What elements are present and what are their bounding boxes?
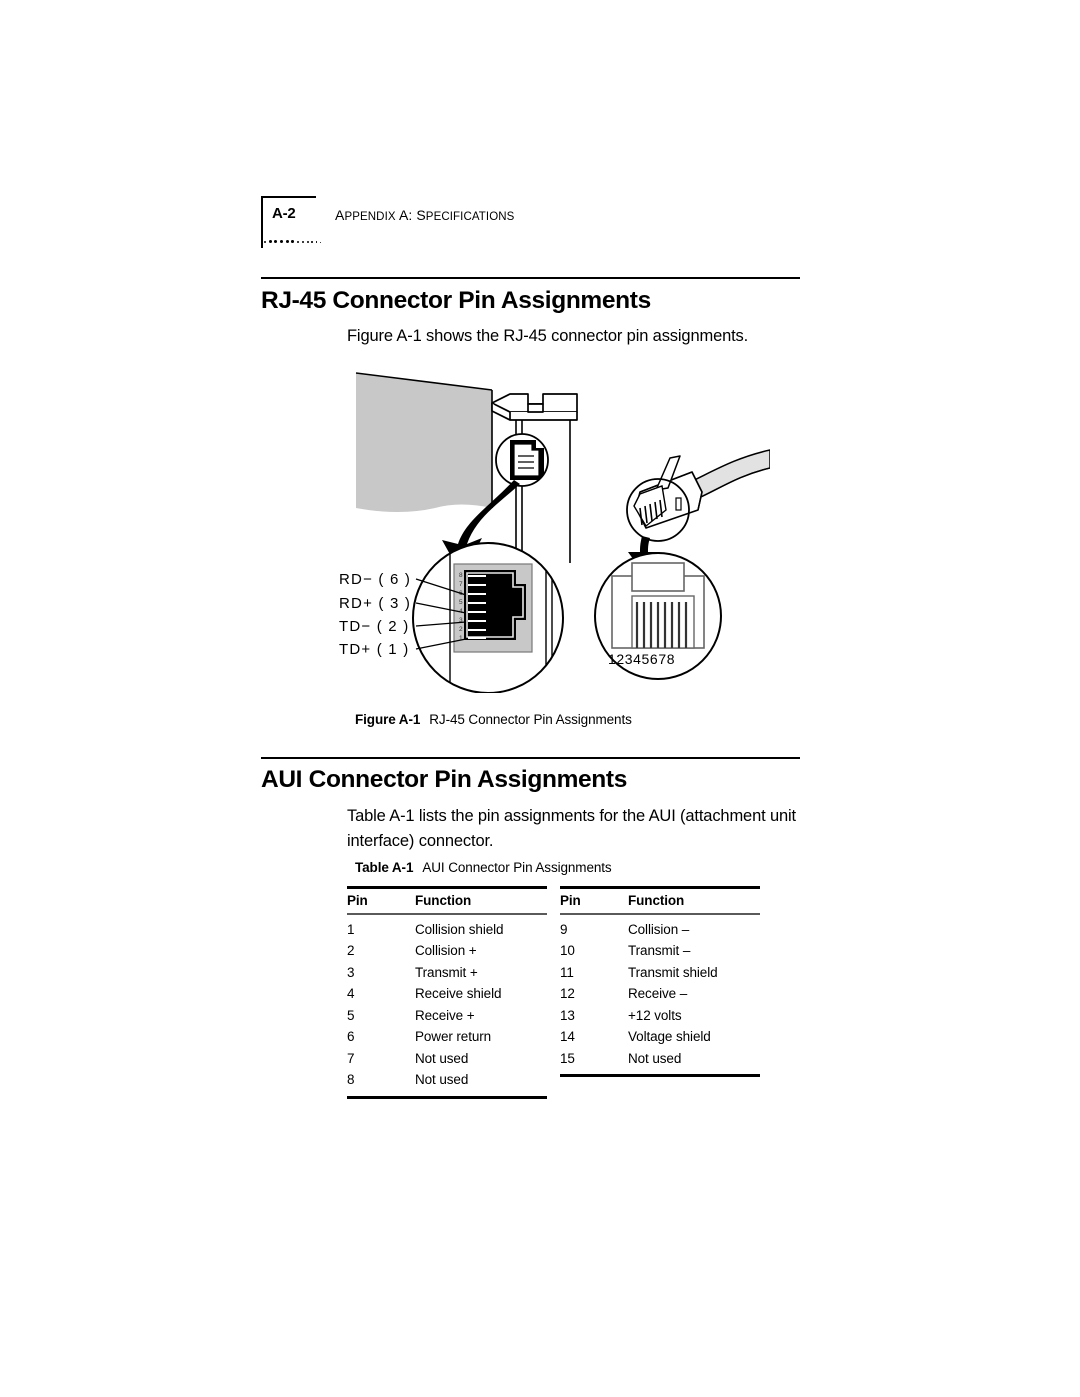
table-row: 1 Collision shield <box>347 919 547 941</box>
table-caption: Table A-1 AUI Connector Pin Assignments <box>355 860 612 875</box>
cell-pin: 13 <box>560 1007 575 1023</box>
column-header-pin: Pin <box>347 893 368 908</box>
table-row: 2 Collision + <box>347 940 547 962</box>
table-row: 13 +12 volts <box>560 1005 760 1027</box>
cell-function: Receive – <box>628 986 688 1001</box>
cell-pin: 15 <box>560 1050 575 1066</box>
cell-function: Transmit shield <box>628 964 718 980</box>
cell-function: Receive + <box>415 1007 475 1023</box>
chapter-title-part-a: PPENDIX <box>344 211 399 223</box>
decorative-dots <box>264 236 334 248</box>
cell-function: Not used <box>628 1050 682 1066</box>
cell-pin: 4 <box>347 986 355 1001</box>
cell-pin: 7 <box>347 1050 355 1066</box>
pin-table-right: Pin Function <box>560 889 760 913</box>
chapter-title-part-c: PECIFICATIONS <box>425 211 515 223</box>
table-row: 11 Transmit shield <box>560 962 760 984</box>
running-head-horizontal-rule <box>261 196 316 198</box>
section-heading-rj45: RJ-45 Connector Pin Assignments <box>261 287 651 314</box>
page-number: A-2 <box>272 205 296 222</box>
cell-pin: 11 <box>560 964 574 980</box>
table-row: 8 Not used <box>347 1069 547 1091</box>
network-cable-plug <box>626 449 770 542</box>
cell-pin: 14 <box>560 1029 575 1044</box>
section-body-rj45: Figure A-1 shows the RJ-45 connector pin… <box>347 327 749 345</box>
table-row: 12 Receive – <box>560 983 760 1005</box>
table-header-row: Pin Function <box>347 889 547 913</box>
table-caption-text: AUI Connector Pin Assignments <box>422 860 612 875</box>
table-row: 4 Receive shield <box>347 983 547 1005</box>
cell-function: Collision – <box>628 921 690 937</box>
section-rule-rj45 <box>261 277 800 279</box>
section-rule-aui <box>261 757 800 759</box>
adapter-card <box>355 372 493 512</box>
figure-rj45-connector: 8 7 6 5 4 3 2 1 RD− (6) RD+ (3) TD− … <box>339 368 770 693</box>
chapter-title-part-b: A: S <box>398 207 426 223</box>
chapter-title: APPENDIX A: SPECIFICATIONS <box>335 207 514 223</box>
table-row: 14 Voltage shield <box>560 1026 760 1048</box>
figure-caption-text: RJ-45 Connector Pin Assignments <box>429 712 632 727</box>
cell-function: Collision shield <box>415 921 504 937</box>
pin-table-left-body: 1 Collision shield 2 Collision + 3 Transmit +… <box>347 915 547 1096</box>
svg-text:2: 2 <box>459 626 463 633</box>
column-header-pin: Pin <box>560 893 581 908</box>
cell-function: Voltage shield <box>628 1029 711 1044</box>
section-body-aui: Table A-1 lists the pin assignments for … <box>347 807 796 850</box>
cell-pin: 8 <box>347 1072 355 1087</box>
cell-pin: 2 <box>347 943 355 958</box>
table-row: 7 Not used <box>347 1048 547 1070</box>
table-row: 15 Not used <box>560 1048 760 1070</box>
table-row: 6 Power return <box>347 1026 547 1048</box>
aui-pin-table-left: Pin Function 1 Collision shield 2 Collision… <box>347 886 547 1099</box>
cell-function: +12 volts <box>628 1007 682 1023</box>
table-row: 5 Receive + <box>347 1005 547 1027</box>
pin-table-right-body: 9 Collision – 10 Transmit – 11 Transmit shiel… <box>560 915 760 1075</box>
cell-pin: 3 <box>347 964 355 980</box>
card-bracket <box>491 393 578 421</box>
pin-table-left: Pin Function <box>347 889 547 913</box>
running-head: A-2 APPENDIX A: SPECIFICATIONS <box>261 196 821 256</box>
table-caption-label: Table A-1 <box>355 860 414 875</box>
jack-label-td-minus: TD− ( 2 ) <box>339 618 410 635</box>
cell-function: Transmit + <box>415 964 478 980</box>
table-header-row: Pin Function <box>560 889 760 913</box>
svg-text:1: 1 <box>459 635 463 642</box>
callout-jack-detail: 8 7 6 5 4 3 2 1 <box>412 542 564 693</box>
section-heading-aui: AUI Connector Pin Assignments <box>261 766 628 793</box>
cell-pin: 6 <box>347 1029 355 1044</box>
card-jack-small <box>495 433 549 487</box>
cell-function: Collision + <box>415 943 477 958</box>
table-bottom-rule <box>347 1095 547 1099</box>
cell-function: Power return <box>415 1029 492 1044</box>
table-bottom-rule <box>560 1074 760 1077</box>
cell-pin: 12 <box>560 986 575 1001</box>
svg-text:8: 8 <box>459 572 463 579</box>
column-header-function: Function <box>415 893 472 908</box>
running-head-vertical-rule <box>261 196 263 248</box>
svg-text:5: 5 <box>459 599 463 606</box>
table-row: 3 Transmit + <box>347 962 547 984</box>
cell-function: Receive shield <box>415 986 502 1001</box>
figure-caption-label: Figure A-1 <box>355 712 421 727</box>
jack-label-td-plus: TD+ ( 1 ) <box>339 641 410 658</box>
cell-function: Transmit – <box>628 943 691 958</box>
cell-pin: 9 <box>560 921 568 937</box>
cell-pin: 1 <box>347 921 355 937</box>
aui-pin-table-right: Pin Function 9 Collision – 10 Transmit – 11 T… <box>560 886 760 1077</box>
plug-pin-numbers: 12345678 <box>608 651 676 667</box>
column-header-function: Function <box>628 893 685 908</box>
cell-function: Not used <box>415 1072 469 1087</box>
cell-function: Not used <box>415 1050 469 1066</box>
jack-label-rd-minus: RD− ( 6 ) <box>339 571 412 588</box>
figure-caption: Figure A-1 RJ-45 Connector Pin Assignment… <box>355 712 632 727</box>
svg-text:7: 7 <box>459 581 463 588</box>
cell-pin: 5 <box>347 1007 355 1023</box>
cell-pin: 10 <box>560 943 575 958</box>
table-row: 10 Transmit – <box>560 940 760 962</box>
table-row: 9 Collision – <box>560 919 760 941</box>
jack-label-rd-plus: RD+ ( 3 ) <box>339 595 412 612</box>
